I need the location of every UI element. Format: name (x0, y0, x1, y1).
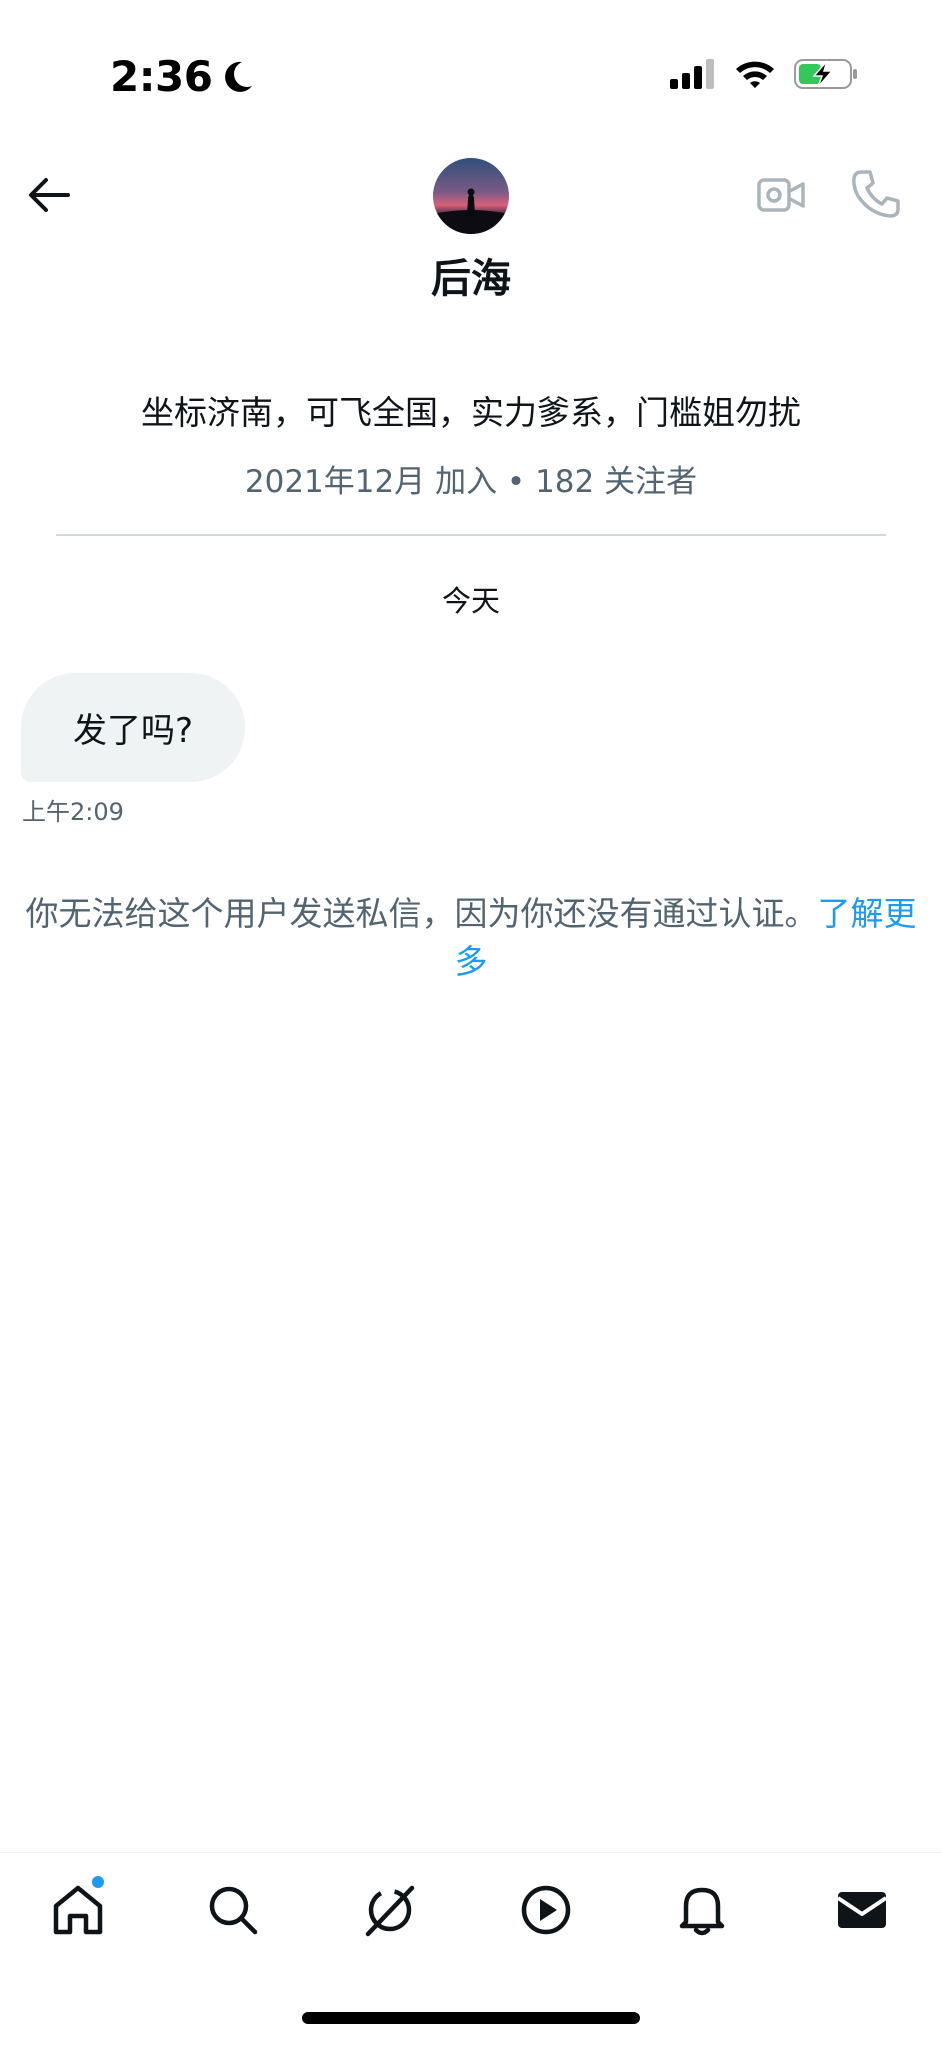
home-indicator (302, 2012, 640, 2024)
status-time: 2:36 (110, 52, 254, 101)
video-icon[interactable] (516, 1880, 576, 1940)
home-icon[interactable] (48, 1880, 108, 1940)
search-icon[interactable] (203, 1880, 263, 1940)
phone-call-icon[interactable] (850, 168, 902, 220)
message-time: 上午2:09 (22, 798, 124, 826)
home-badge (92, 1876, 104, 1888)
mail-icon[interactable] (832, 1880, 892, 1940)
message-bubble[interactable]: 发了吗? (21, 673, 245, 782)
notice-text: 你无法给这个用户发送私信，因为你还没有通过认证。 (25, 894, 818, 933)
contact-name: 后海 (431, 256, 511, 302)
moon-icon (225, 61, 253, 92)
date-separator: 今天 (441, 584, 500, 618)
divider (56, 534, 886, 536)
status-time-label: 2:36 (110, 52, 213, 101)
video-call-icon[interactable] (756, 170, 806, 220)
battery-charging-icon (794, 59, 857, 89)
wifi-icon (736, 61, 774, 88)
avatar-image (433, 158, 509, 234)
dm-restriction-notice: 你无法给这个用户发送私信，因为你还没有通过认证。了解更多 (24, 890, 918, 986)
signal-icon (670, 59, 714, 89)
grok-icon[interactable] (360, 1880, 420, 1940)
profile-bio: 坐标济南，可飞全国，实力爹系，门槛姐勿扰 (141, 393, 801, 432)
bell-icon[interactable] (672, 1880, 732, 1940)
back-button[interactable] (24, 170, 74, 220)
avatar[interactable] (433, 158, 509, 234)
profile-meta: 2021年12月 加入 • 182 关注者 (244, 464, 698, 500)
status-indicators (670, 58, 860, 90)
message-text: 发了吗? (72, 711, 194, 751)
